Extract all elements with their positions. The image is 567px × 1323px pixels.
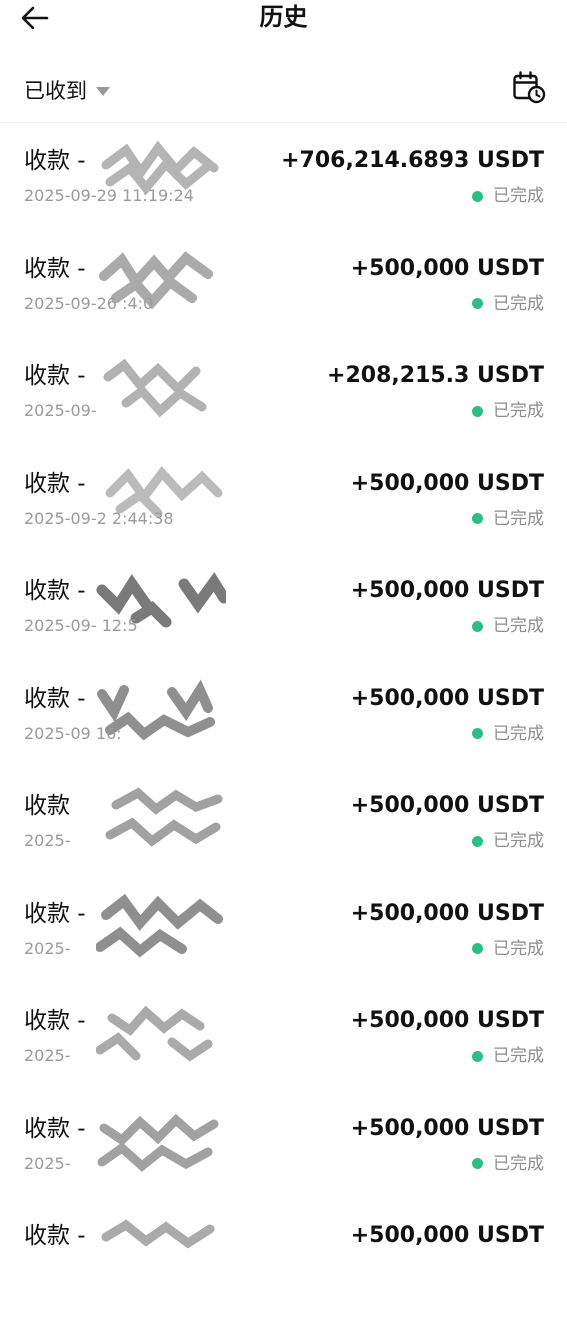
status-dot-icon <box>472 1158 483 1169</box>
page-title: 历史 <box>259 3 308 31</box>
transaction-amount: +500,000 USDT <box>350 255 544 281</box>
transaction-status: 已完成 <box>472 1152 544 1176</box>
transaction-status: 已完成 <box>472 829 544 853</box>
transaction-status: 已完成 <box>472 399 544 423</box>
transaction-amount: +500,000 USDT <box>350 470 544 496</box>
status-dot-icon <box>472 405 483 417</box>
status-dot-icon <box>472 513 483 524</box>
transaction-row[interactable]: 收款 - 2025-09-2 2:44:38 +500,000 USDT 已完成 <box>0 463 567 571</box>
status-label: 已完成 <box>493 186 544 206</box>
status-dot-icon <box>472 835 483 847</box>
status-dot-icon <box>472 190 483 202</box>
status-dot-icon <box>472 728 483 739</box>
status-label: 已完成 <box>493 508 544 529</box>
redaction-scribble <box>96 1005 213 1062</box>
status-label: 已完成 <box>493 1046 544 1066</box>
transaction-status: 已完成 <box>472 614 544 638</box>
transaction-title: 收款 - <box>24 685 86 712</box>
calendar-filter-button[interactable] <box>512 70 546 104</box>
divider <box>0 122 567 123</box>
filter-dropdown[interactable]: 已收到 <box>24 76 110 106</box>
status-label: 已完成 <box>493 401 544 421</box>
redaction-scribble <box>103 358 207 418</box>
transaction-row[interactable]: 收款 - +500,000 USDT <box>0 1215 567 1323</box>
transaction-row[interactable]: 收款 - 2025-09-26 :4:0 +500,000 USDT 已完成 <box>0 248 567 356</box>
transaction-status: 已完成 <box>472 722 544 746</box>
status-label: 已完成 <box>493 938 544 959</box>
transaction-amount: +500,000 USDT <box>350 1223 544 1248</box>
transaction-amount: +500,000 USDT <box>350 685 544 711</box>
transaction-status: 已完成 <box>472 507 544 531</box>
transaction-row[interactable]: 收款 - 2025- +500,000 USDT 已完成 <box>0 893 567 1001</box>
transaction-time: 2025- <box>24 938 71 958</box>
transaction-title: 收款 - <box>24 255 86 282</box>
transaction-title: 收款 - <box>24 900 86 927</box>
transaction-amount: +706,214.6893 USDT <box>281 148 544 173</box>
status-dot-icon <box>472 620 483 632</box>
transaction-amount: +500,000 USDT <box>350 578 544 603</box>
transaction-row[interactable]: 收款 - 2025-09- 12:5 +500,000 USDT 已完成 <box>0 570 567 678</box>
transaction-status: 已完成 <box>472 1044 544 1068</box>
transaction-row[interactable]: 收款 - 2025-09-29 11:19:24 +706,214.6893 U… <box>0 140 567 248</box>
redaction-scribble <box>101 1219 215 1249</box>
status-label: 已完成 <box>493 1153 544 1174</box>
status-label: 已完成 <box>493 293 544 314</box>
transaction-amount: +500,000 USDT <box>350 900 544 926</box>
status-dot-icon <box>472 1050 483 1062</box>
transaction-row[interactable]: 收款 2025- +500,000 USDT 已完成 <box>0 785 567 893</box>
transaction-row[interactable]: 收款 - 2025-09 16: +500,000 USDT 已完成 <box>0 678 567 786</box>
transaction-time: 2025-09-26 :4:0 <box>24 293 154 313</box>
status-dot-icon <box>472 298 483 309</box>
transaction-row[interactable]: 收款 - 2025- +500,000 USDT 已完成 <box>0 1000 567 1108</box>
transaction-time: 2025- <box>24 1046 71 1065</box>
transaction-title: 收款 - <box>24 470 86 497</box>
transaction-time: 2025- <box>24 831 71 850</box>
transaction-title: 收款 - <box>24 1008 86 1034</box>
transaction-title: 收款 - <box>24 578 86 604</box>
transaction-row[interactable]: 收款 - 2025-09- +208,215.3 USDT 已完成 <box>0 355 567 463</box>
status-label: 已完成 <box>493 831 544 851</box>
transaction-title: 收款 - <box>24 1223 86 1249</box>
redaction-scribble <box>96 893 223 958</box>
transaction-title: 收款 - <box>24 148 86 174</box>
status-label: 已完成 <box>493 616 544 636</box>
transaction-status: 已完成 <box>472 937 544 961</box>
transaction-time: 2025-09- <box>24 401 97 420</box>
transaction-list: 收款 - 2025-09-29 11:19:24 +706,214.6893 U… <box>0 140 567 1323</box>
status-label: 已完成 <box>493 723 544 744</box>
transaction-time: 2025-09 16: <box>24 723 122 743</box>
transaction-row[interactable]: 收款 - 2025- +500,000 USDT 已完成 <box>0 1108 567 1216</box>
transaction-amount: +208,215.3 USDT <box>327 363 544 388</box>
caret-down-icon <box>96 86 110 96</box>
transaction-time: 2025- <box>24 1153 71 1173</box>
transaction-time: 2025-09- 12:5 <box>24 616 138 635</box>
redaction-scribble <box>105 787 223 847</box>
transaction-title: 收款 <box>24 793 70 819</box>
status-dot-icon <box>472 943 483 954</box>
redaction-scribble <box>97 1113 219 1172</box>
transaction-status: 已完成 <box>472 184 544 208</box>
app-header: 历史 <box>0 0 567 40</box>
filter-label: 已收到 <box>24 79 87 103</box>
transaction-title: 收款 - <box>24 1115 86 1142</box>
transaction-amount: +500,000 USDT <box>350 1008 544 1033</box>
transaction-time: 2025-09-2 2:44:38 <box>24 508 174 528</box>
transaction-amount: +500,000 USDT <box>350 793 544 818</box>
calendar-clock-icon <box>513 71 546 104</box>
filter-bar: 已收到 <box>0 66 567 122</box>
transaction-time: 2025-09-29 11:19:24 <box>24 186 194 205</box>
transaction-title: 收款 - <box>24 363 86 389</box>
transaction-amount: +500,000 USDT <box>350 1115 544 1141</box>
transaction-status: 已完成 <box>472 292 544 316</box>
